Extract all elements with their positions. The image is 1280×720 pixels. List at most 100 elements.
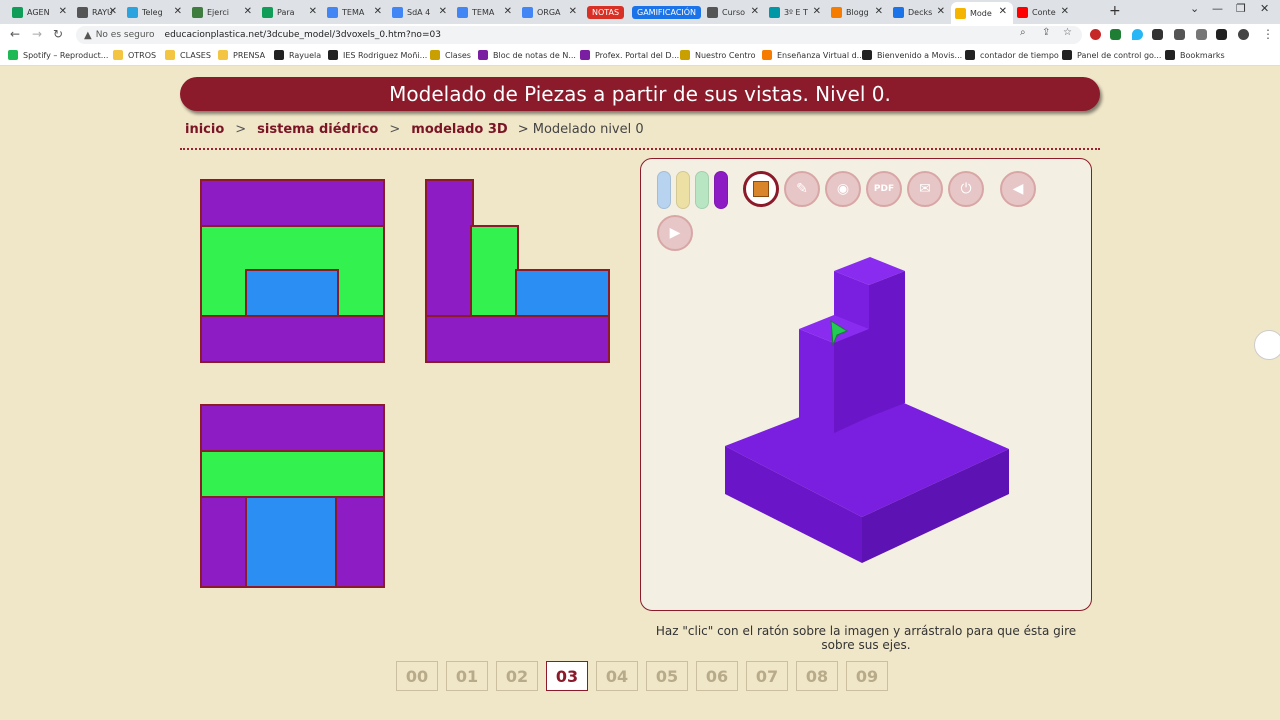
page-button-07[interactable]: 07: [746, 661, 788, 691]
browser-tab[interactable]: Para ✕: [258, 2, 323, 22]
browser-tab[interactable]: Blogg ✕: [827, 2, 889, 22]
menu-icon[interactable]: ⋮: [1262, 27, 1274, 41]
browser-tab[interactable]: AGEN ✕: [8, 2, 73, 22]
model-viewer[interactable]: ✎ ◉ PDF ✉ ⏻ ◀ ▶: [640, 158, 1092, 611]
browser-tab[interactable]: SdA 4 ✕: [388, 2, 453, 22]
star-icon[interactable]: ☆: [1063, 27, 1072, 38]
extension-cursor-icon[interactable]: [1152, 29, 1163, 40]
close-tab-icon[interactable]: ✕: [875, 6, 883, 17]
pdf-download-icon: PDF: [873, 184, 895, 194]
back-button[interactable]: ◀: [1000, 171, 1036, 207]
microphone-icon[interactable]: [1254, 330, 1280, 360]
bookmark-item[interactable]: Bloc de notas de N...: [478, 50, 576, 60]
browser-tab[interactable]: 3º E T ✕: [765, 2, 827, 22]
close-tab-icon[interactable]: ✕: [999, 6, 1007, 17]
close-tab-icon[interactable]: ✕: [59, 6, 67, 17]
browser-tab[interactable]: NOTAS: [583, 2, 628, 22]
page-button-05[interactable]: 05: [646, 661, 688, 691]
3d-model-canvas[interactable]: [641, 159, 1092, 611]
cube-tool-button[interactable]: [743, 171, 779, 207]
share-icon[interactable]: ⇪: [1042, 27, 1050, 38]
extension-sheets-icon[interactable]: [1110, 29, 1121, 40]
bookmark-item[interactable]: Panel de control go...: [1062, 50, 1161, 60]
extension-drop-icon[interactable]: [1132, 29, 1143, 40]
tab-label: Mode: [970, 8, 992, 18]
breadcrumb-home-link[interactable]: inicio: [185, 122, 224, 137]
pdf-download-button[interactable]: PDF: [866, 171, 902, 207]
close-tab-icon[interactable]: ✕: [174, 6, 182, 17]
extensions-puzzle-icon[interactable]: [1174, 29, 1185, 40]
bookmark-item[interactable]: contador de tiempo: [965, 50, 1059, 60]
close-tab-icon[interactable]: ✕: [439, 6, 447, 17]
bookmark-item[interactable]: Profex. Portal del D...: [580, 50, 679, 60]
close-tab-icon[interactable]: ✕: [374, 6, 382, 17]
color-swatch-blue[interactable]: [657, 171, 671, 209]
breadcrumb-subsection-link[interactable]: modelado 3D: [411, 122, 507, 137]
reload-icon[interactable]: ↻: [53, 27, 63, 41]
color-swatch-purple[interactable]: [714, 171, 728, 209]
page-button-09[interactable]: 09: [846, 661, 888, 691]
browser-tab[interactable]: TEMA ✕: [323, 2, 388, 22]
restore-icon[interactable]: ❐: [1236, 2, 1246, 15]
close-tab-icon[interactable]: ✕: [109, 6, 117, 17]
page-button-00[interactable]: 00: [396, 661, 438, 691]
extension-red-icon[interactable]: [1090, 29, 1101, 40]
close-tab-icon[interactable]: ✕: [937, 6, 945, 17]
close-tab-icon[interactable]: ✕: [751, 6, 759, 17]
bookmark-item[interactable]: Enseñanza Virtual d...: [762, 50, 864, 60]
camera-button[interactable]: ◉: [825, 171, 861, 207]
color-swatch-green[interactable]: [695, 171, 709, 209]
close-tab-icon[interactable]: ✕: [1061, 6, 1069, 17]
page-button-04[interactable]: 04: [596, 661, 638, 691]
close-tab-icon[interactable]: ✕: [569, 6, 577, 17]
browser-tab[interactable]: Mode ✕: [951, 2, 1013, 24]
bookmark-item[interactable]: CLASES: [165, 50, 211, 60]
play-button[interactable]: ▶: [657, 215, 693, 251]
browser-tab[interactable]: Ejerci ✕: [188, 2, 258, 22]
page-button-02[interactable]: 02: [496, 661, 538, 691]
browser-tab[interactable]: TEMA ✕: [453, 2, 518, 22]
page-button-03[interactable]: 03: [546, 661, 588, 691]
forward-arrow-icon[interactable]: →: [32, 27, 42, 41]
bookmark-item[interactable]: Bookmarks: [1165, 50, 1225, 60]
bookmark-item[interactable]: Clases: [430, 50, 471, 60]
color-swatch-yellow[interactable]: [676, 171, 690, 209]
eraser-button[interactable]: ✎: [784, 171, 820, 207]
bookmark-item[interactable]: IES Rodriguez Moñi...: [328, 50, 427, 60]
bookmark-item[interactable]: PRENSA: [218, 50, 265, 60]
profile-avatar-icon[interactable]: [1238, 29, 1249, 40]
zoom-icon[interactable]: ⌕: [1020, 27, 1026, 38]
new-tab-button[interactable]: +: [1109, 3, 1121, 19]
browser-tab[interactable]: Conte ✕: [1013, 2, 1075, 22]
close-window-icon[interactable]: ✕: [1260, 2, 1269, 15]
bookmark-item[interactable]: Spotify – Reproduct...: [8, 50, 108, 60]
browser-tab[interactable]: Curso ✕: [703, 2, 765, 22]
page-button-01[interactable]: 01: [446, 661, 488, 691]
bookmark-item[interactable]: Bienvenido a Movis...: [862, 50, 962, 60]
power-button[interactable]: ⏻: [948, 171, 984, 207]
browser-tab[interactable]: Decks ✕: [889, 2, 951, 22]
bookmark-label: PRENSA: [233, 50, 266, 60]
bookmark-item[interactable]: Rayuela: [274, 50, 321, 60]
cast-icon[interactable]: [1196, 29, 1207, 40]
close-tab-icon[interactable]: ✕: [244, 6, 252, 17]
browser-tab[interactable]: ORGA ✕: [518, 2, 583, 22]
page-title: Modelado de Piezas a partir de sus vista…: [180, 77, 1100, 111]
back-arrow-icon[interactable]: ←: [10, 27, 20, 41]
browser-tab[interactable]: Teleg ✕: [123, 2, 188, 22]
sidebar-icon[interactable]: [1216, 29, 1227, 40]
page-button-06[interactable]: 06: [696, 661, 738, 691]
browser-tab[interactable]: RAYU ✕: [73, 2, 123, 22]
close-tab-icon[interactable]: ✕: [504, 6, 512, 17]
close-tab-icon[interactable]: ✕: [813, 6, 821, 17]
chevron-down-icon[interactable]: ⌄: [1190, 2, 1199, 15]
mail-button[interactable]: ✉: [907, 171, 943, 207]
browser-tab[interactable]: GAMIFICACIÓN: [628, 2, 703, 22]
page-button-08[interactable]: 08: [796, 661, 838, 691]
bookmark-item[interactable]: OTROS: [113, 50, 156, 60]
url-input[interactable]: ▲ No es seguro educacionplastica.net/3dc…: [76, 26, 1082, 44]
close-tab-icon[interactable]: ✕: [309, 6, 317, 17]
breadcrumb-section-link[interactable]: sistema diédrico: [257, 122, 378, 137]
bookmark-item[interactable]: Nuestro Centro: [680, 50, 756, 60]
minimize-icon[interactable]: —: [1212, 2, 1223, 15]
